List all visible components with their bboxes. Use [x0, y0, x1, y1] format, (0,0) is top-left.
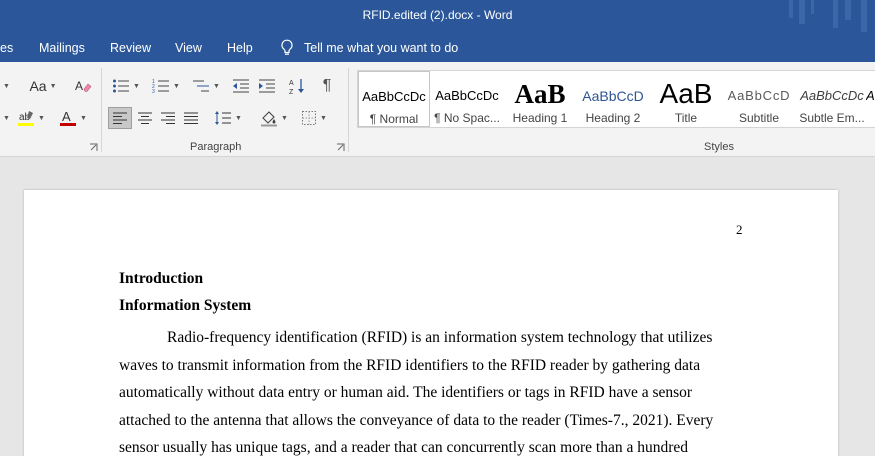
sort-button[interactable]: A Z [286, 75, 308, 97]
bullets-button[interactable]: ▼ [108, 75, 144, 97]
styles-group-label: Styles [704, 141, 734, 153]
font-dropdown-partial[interactable]: ▼ [0, 108, 10, 128]
paragraph-group-label: Paragraph [190, 141, 242, 153]
change-case-button[interactable]: Aa ▼ [28, 76, 58, 96]
heading-information-system: Information System [119, 297, 252, 314]
numbering-button[interactable]: 1 2 3 ▼ [148, 75, 184, 97]
title-bar-pattern-icon [789, 0, 867, 32]
font-size-decrease-partial[interactable]: ▼ [0, 78, 10, 94]
style-preview: AaB [659, 78, 713, 109]
increase-indent-button[interactable] [256, 75, 278, 97]
pilcrow-icon: ¶ [322, 77, 332, 94]
font-dialog-launcher-icon[interactable] [89, 143, 98, 152]
style-preview: AaBbCcDc [362, 89, 426, 104]
change-case-label: Aa [29, 78, 47, 94]
numbering-icon: 1 2 3 [152, 79, 170, 94]
clear-formatting-button[interactable]: A [72, 76, 94, 96]
paragraph-line: waves to transmit information from the R… [119, 356, 701, 374]
style-name: Heading 2 [585, 111, 641, 125]
paragraph-dialog-launcher-icon[interactable] [336, 143, 345, 152]
paragraph-line: automatically without data entry or huma… [119, 384, 693, 401]
tab-help[interactable]: Help [227, 41, 253, 55]
body-paragraph: Radio-frequency identification (RFID) is… [119, 324, 759, 456]
style-preview: AaB [514, 79, 566, 109]
paragraph-line: sensor usually has unique tags, and a re… [119, 439, 688, 456]
style-name: Subtitle [738, 111, 780, 125]
align-right-icon [161, 112, 175, 124]
svg-text:A: A [75, 79, 83, 93]
svg-text:3: 3 [152, 89, 155, 94]
style-name: Subtle Em... [799, 111, 865, 125]
highlight-color-bar [18, 123, 35, 126]
style-subtitle[interactable]: AaBbCcD Subtitle [723, 71, 795, 127]
style-preview: A [866, 88, 875, 103]
style-name: ¶ No Spac... [434, 111, 500, 125]
font-color-bar [60, 123, 77, 126]
svg-text:Z: Z [289, 89, 294, 95]
style-name: Heading 1 [512, 111, 568, 125]
style-preview: AaBbCcDc [800, 88, 864, 103]
style-heading-1[interactable]: AaB Heading 1 [504, 71, 576, 127]
group-separator [348, 68, 349, 152]
center-button[interactable] [134, 107, 156, 129]
show-formatting-marks-button[interactable]: ¶ [316, 75, 338, 97]
style-preview: AaBbCcD [727, 88, 791, 103]
style-normal[interactable]: AaBbCcDc ¶ Normal [358, 71, 430, 127]
tab-references[interactable]: es [0, 41, 13, 55]
style-subtle-emphasis[interactable]: AaBbCcDc Subtle Em... [796, 71, 868, 127]
svg-text:A: A [289, 80, 294, 87]
style-no-spacing[interactable]: AaBbCcDc ¶ No Spac... [431, 71, 503, 127]
style-heading-2[interactable]: AaBbCcD Heading 2 [577, 71, 649, 127]
document-area[interactable]: 2 Introduction Information System Radio-… [0, 157, 875, 456]
increase-indent-icon [259, 79, 275, 93]
document-page[interactable]: 2 Introduction Information System Radio-… [24, 190, 838, 456]
tell-me-label: Tell me what you want to do [304, 40, 459, 55]
eraser-icon: A [75, 79, 92, 93]
heading-introduction: Introduction [119, 270, 204, 287]
borders-button[interactable]: ▼ [296, 107, 332, 129]
style-preview: AaBbCcD [582, 88, 644, 104]
lightbulb-icon [281, 39, 293, 55]
font-color-icon: A [60, 109, 77, 126]
decrease-indent-button[interactable] [230, 75, 252, 97]
group-separator [101, 68, 102, 152]
justify-icon [184, 112, 198, 124]
decrease-indent-icon [233, 79, 249, 93]
style-title[interactable]: AaB Title [650, 71, 722, 127]
justify-button[interactable] [180, 107, 202, 129]
tab-review[interactable]: Review [110, 41, 151, 55]
text-highlight-button[interactable]: ab ▼ [16, 107, 46, 129]
sort-icon: A Z [289, 79, 304, 95]
align-right-button[interactable] [157, 107, 179, 129]
paragraph-line: Radio-frequency identification (RFID) is… [167, 329, 713, 346]
tab-mailings[interactable]: Mailings [39, 41, 85, 55]
style-name: ¶ Normal [369, 112, 419, 126]
align-left-icon [113, 112, 127, 124]
font-color-button[interactable]: A ▼ [56, 107, 90, 129]
line-spacing-icon [215, 111, 232, 125]
style-emphasis-partial[interactable]: A [866, 71, 875, 127]
page-number: 2 [736, 222, 743, 237]
align-center-icon [138, 112, 152, 124]
multilevel-list-button[interactable]: ▼ [188, 75, 224, 97]
style-name: Title [674, 111, 698, 125]
borders-icon [302, 111, 317, 125]
style-preview: AaBbCcDc [435, 88, 499, 103]
styles-gallery: AaBbCcDc ¶ Normal AaBbCcDc ¶ No Spac... … [357, 70, 875, 128]
tell-me-box[interactable]: Tell me what you want to do [280, 39, 458, 56]
align-left-button[interactable] [108, 107, 132, 129]
ribbon: ▼ Aa ▼ A ▼ ab ▼ A ▼ ▼ 1 2 3 ▼ ▼ A Z ¶ ▼ … [0, 62, 875, 157]
multilevel-list-icon [193, 80, 210, 92]
paragraph-line: attached to the antenna that allows the … [119, 411, 714, 429]
svg-text:A: A [62, 109, 71, 124]
shading-icon [261, 111, 278, 127]
tab-view[interactable]: View [175, 41, 202, 55]
line-spacing-button[interactable]: ▼ [210, 107, 246, 129]
title-bar: RFID.edited (2).docx - Word [0, 0, 875, 32]
window-title: RFID.edited (2).docx - Word [362, 8, 513, 22]
highlighter-icon: ab [18, 111, 35, 126]
shading-button[interactable]: ▼ [256, 107, 292, 129]
bullets-icon [113, 79, 130, 93]
ribbon-tabs: es Mailings Review View Help Tell me wha… [0, 32, 875, 62]
